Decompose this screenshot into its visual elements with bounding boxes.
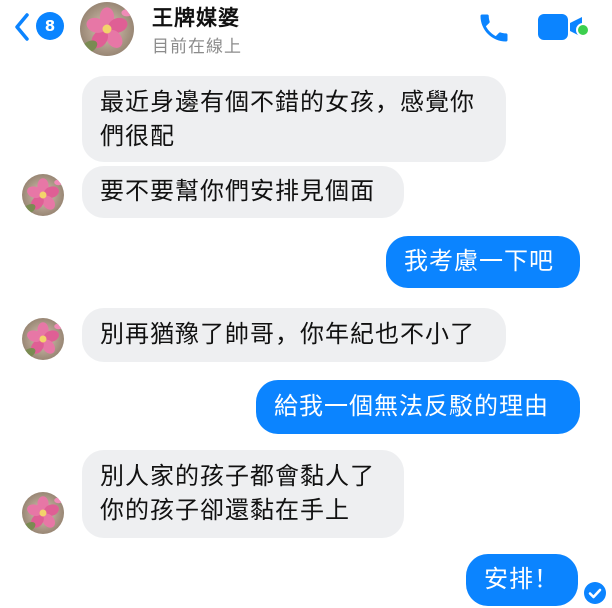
online-indicator [576, 23, 590, 37]
contact-message-avatar[interactable] [22, 318, 64, 360]
unread-count-badge: 8 [36, 12, 64, 40]
message-line: 我考慮一下吧 [404, 247, 554, 275]
message-line: 你的孩子卻還黏在手上 [100, 496, 350, 524]
chevron-left-icon [15, 13, 29, 41]
phone-icon [480, 14, 508, 42]
message-bubble-outgoing[interactable]: 給我一個無法反駁的理由 [256, 380, 580, 434]
chat-header: 8 王牌媒婆 目前在線上 [0, 0, 612, 60]
phone-call-button[interactable] [476, 10, 512, 50]
message-line: 給我一個無法反駁的理由 [274, 392, 549, 420]
message-bubble-incoming[interactable]: 最近身邊有個不錯的女孩，感覺你 們很配 [82, 76, 506, 162]
message-line: 別人家的孩子都會黏人了 [100, 462, 375, 490]
contact-status: 目前在線上 [152, 37, 242, 57]
contact-message-avatar[interactable] [22, 492, 64, 534]
message-line: 別再猶豫了帥哥，你年紀也不小了 [100, 320, 475, 348]
contact-message-avatar[interactable] [22, 174, 64, 216]
message-line: 安排！ [484, 565, 559, 593]
message-bubble-incoming[interactable]: 要不要幫你們安排見個面 [82, 166, 404, 218]
message-bubble-incoming[interactable]: 別人家的孩子都會黏人了 你的孩子卻還黏在手上 [82, 450, 404, 538]
message-line: 們很配 [100, 122, 175, 150]
message-line: 要不要幫你們安排見個面 [100, 177, 375, 205]
message-bubble-outgoing[interactable]: 我考慮一下吧 [386, 236, 580, 288]
message-bubble-outgoing[interactable]: 安排！ [466, 554, 578, 606]
back-button[interactable]: 8 [14, 9, 74, 45]
message-bubble-incoming[interactable]: 別再猶豫了帥哥，你年紀也不小了 [82, 308, 506, 362]
contact-name[interactable]: 王牌媒婆 [152, 2, 240, 32]
seen-check-icon [584, 582, 606, 604]
contact-avatar[interactable] [80, 2, 134, 56]
message-line: 最近身邊有個不錯的女孩，感覺你 [100, 88, 475, 116]
